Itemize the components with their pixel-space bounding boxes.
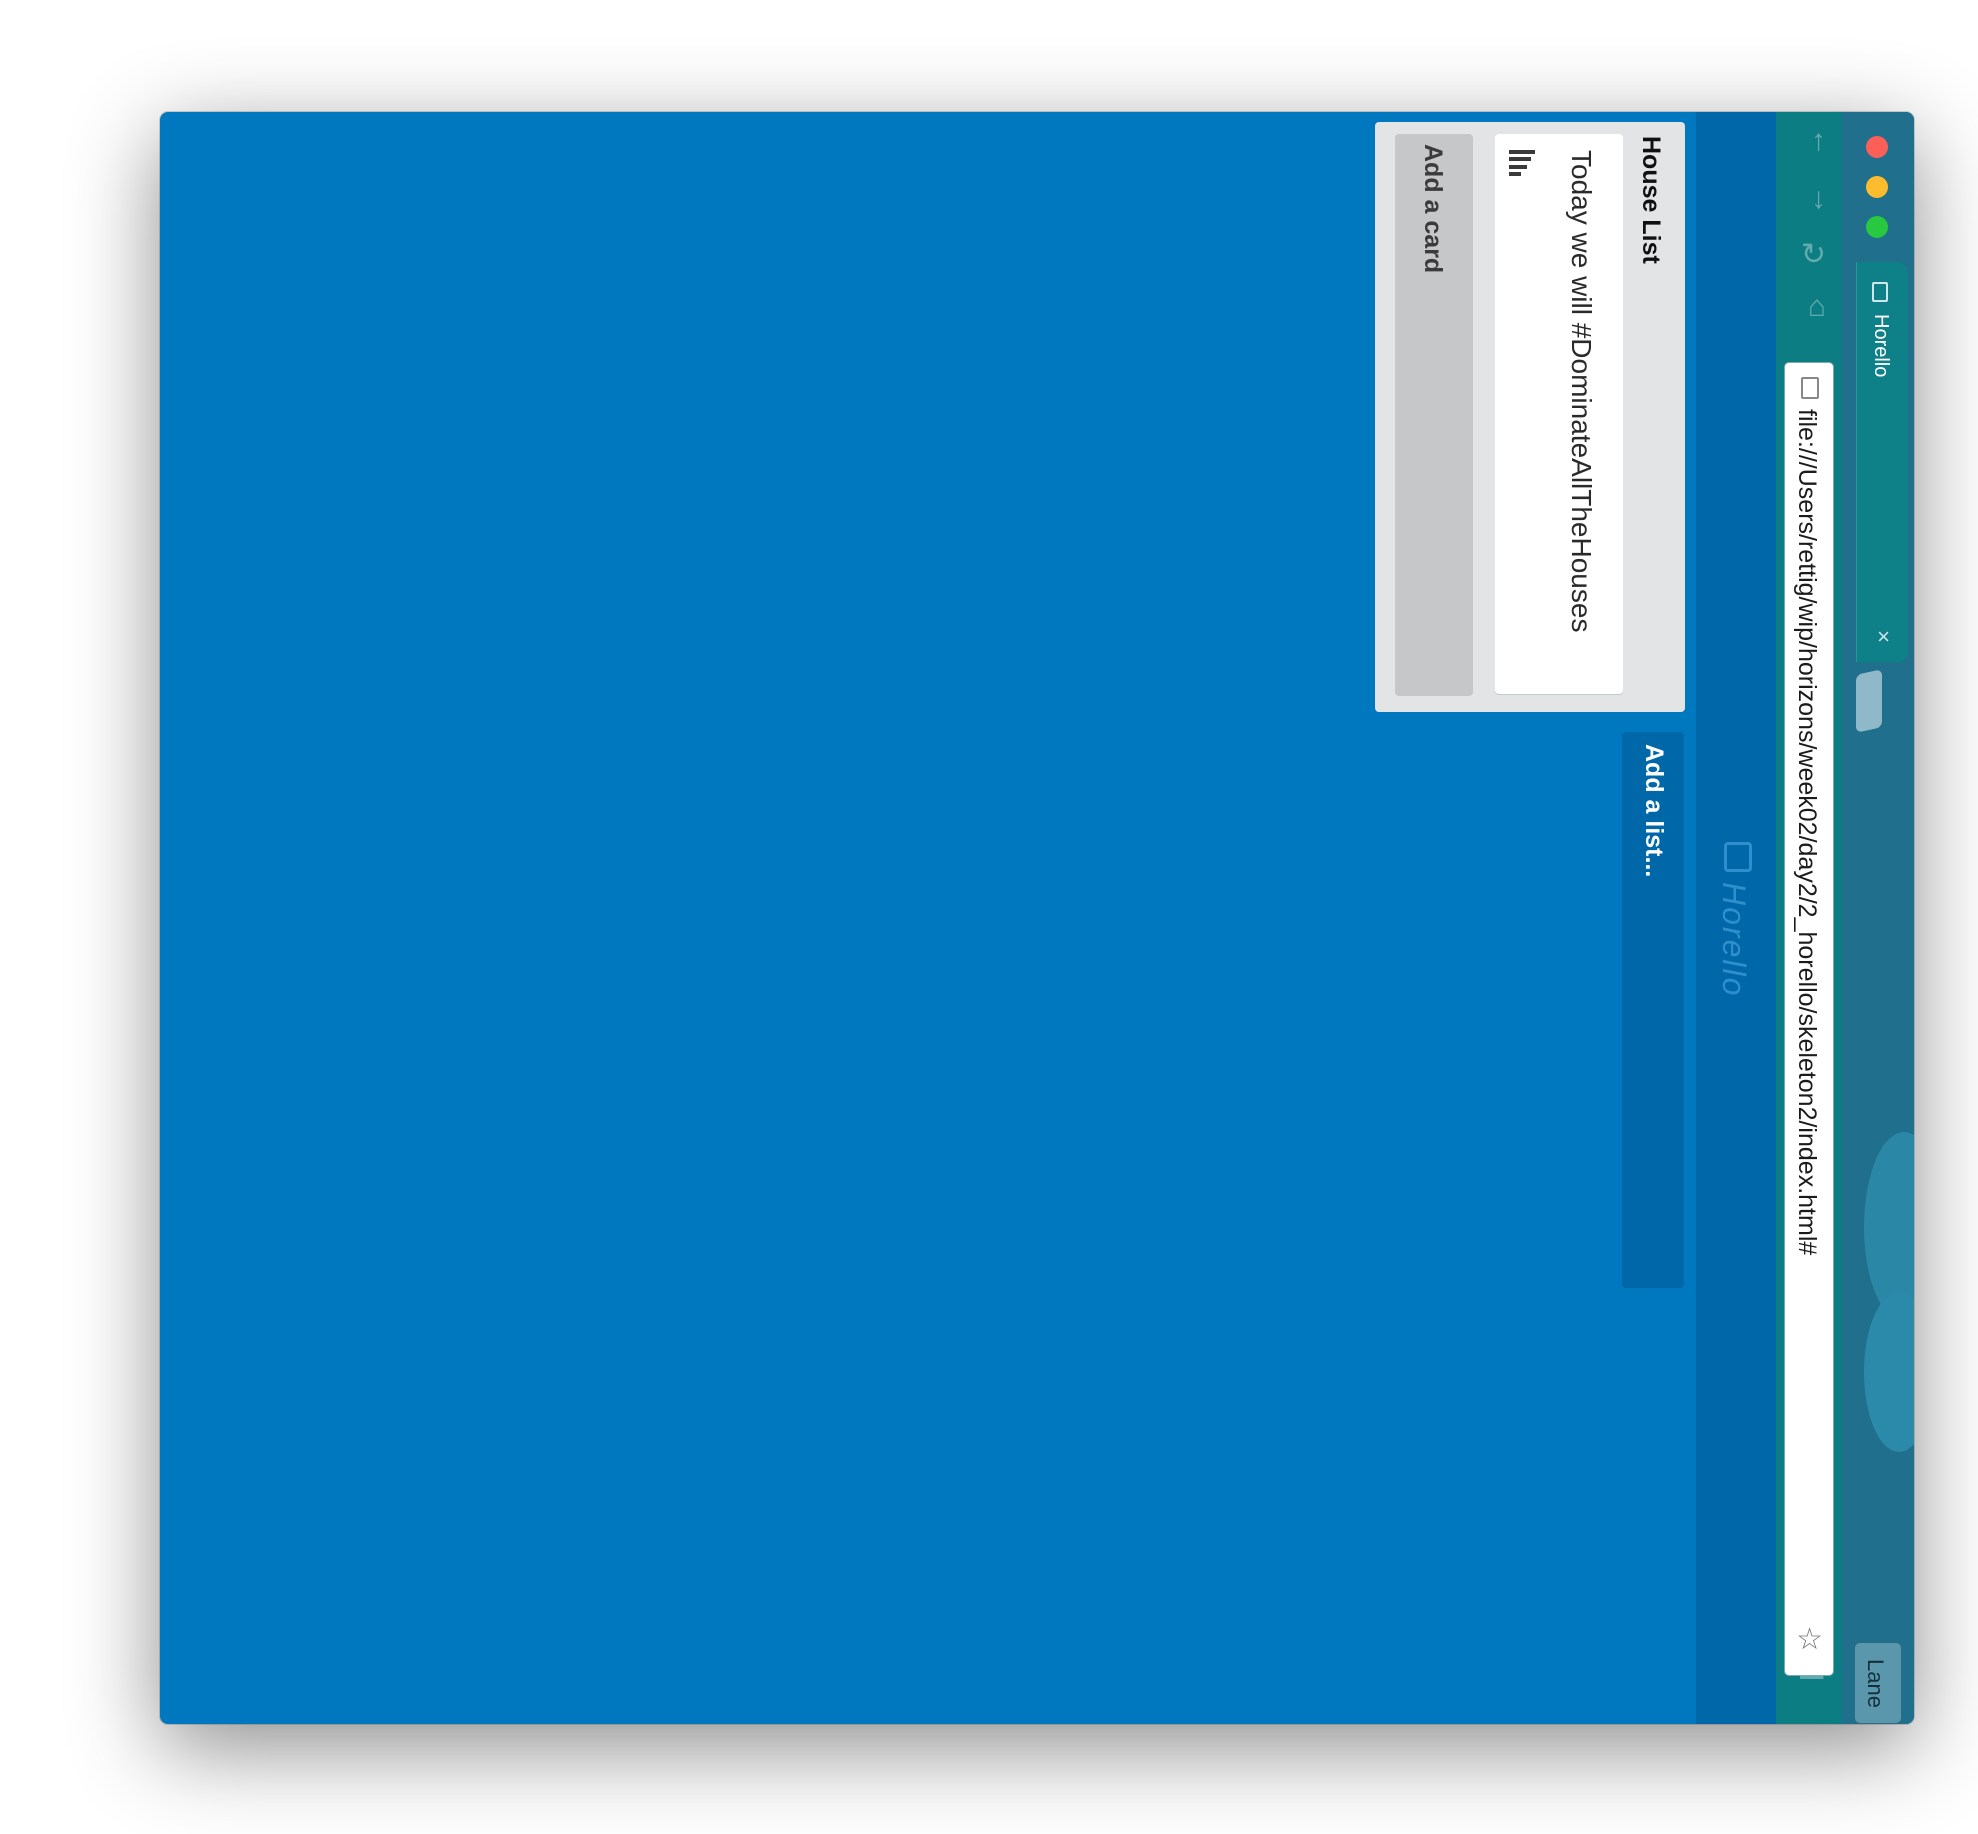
board-list: House List Today we will #DominateAllThe… xyxy=(1375,122,1685,712)
board-header: Horello xyxy=(1696,112,1776,1724)
back-icon[interactable]: ↑ xyxy=(1811,126,1826,156)
forward-icon[interactable]: ↓ xyxy=(1811,184,1826,214)
browser-window: Horello × Lane ↑ ↓ ↻ ⌂ file:///Users/ret… xyxy=(160,112,1914,1724)
tab-title: Horello xyxy=(1870,314,1892,378)
tab-close-icon[interactable]: × xyxy=(1877,626,1890,648)
address-bar[interactable]: file:///Users/rettig/wip/horizons/week02… xyxy=(1784,362,1834,1676)
new-tab-button[interactable] xyxy=(1856,669,1882,733)
hamburger-menu-icon[interactable]: ☰ xyxy=(1797,1652,1826,1684)
horello-logo: Horello xyxy=(1716,882,1752,998)
minimize-window-button[interactable] xyxy=(1866,176,1888,198)
page-icon xyxy=(1872,282,1888,302)
close-window-button[interactable] xyxy=(1866,136,1888,158)
reload-icon[interactable]: ↻ xyxy=(1801,240,1826,270)
page-icon xyxy=(1801,377,1819,399)
list-title[interactable]: House List xyxy=(1636,136,1665,264)
add-list-button[interactable]: Add a list... xyxy=(1622,732,1684,1288)
add-list-label: Add a list... xyxy=(1640,744,1668,878)
description-icon xyxy=(1509,150,1537,176)
profile-button[interactable]: Lane xyxy=(1854,1642,1902,1724)
browser-toolbar: ↑ ↓ ↻ ⌂ file:///Users/rettig/wip/horizon… xyxy=(1775,112,1842,1724)
horello-logo-icon xyxy=(1724,842,1752,872)
home-icon[interactable]: ⌂ xyxy=(1808,292,1826,322)
maximize-window-button[interactable] xyxy=(1866,216,1888,238)
browser-tab[interactable]: Horello × xyxy=(1856,262,1908,662)
add-card-button[interactable]: Add a card xyxy=(1395,134,1473,696)
profile-label: Lane xyxy=(1863,1659,1888,1708)
add-card-label: Add a card xyxy=(1419,144,1447,274)
card[interactable]: Today we will #DominateAllTheHouses xyxy=(1495,134,1623,694)
theme-cloud-decoration xyxy=(1864,1292,1914,1452)
card-text: Today we will #DominateAllTheHouses xyxy=(1566,150,1597,633)
url-text[interactable]: file:///Users/rettig/wip/horizons/week02… xyxy=(1792,409,1821,1255)
title-bar: Horello × Lane xyxy=(1842,112,1914,1724)
